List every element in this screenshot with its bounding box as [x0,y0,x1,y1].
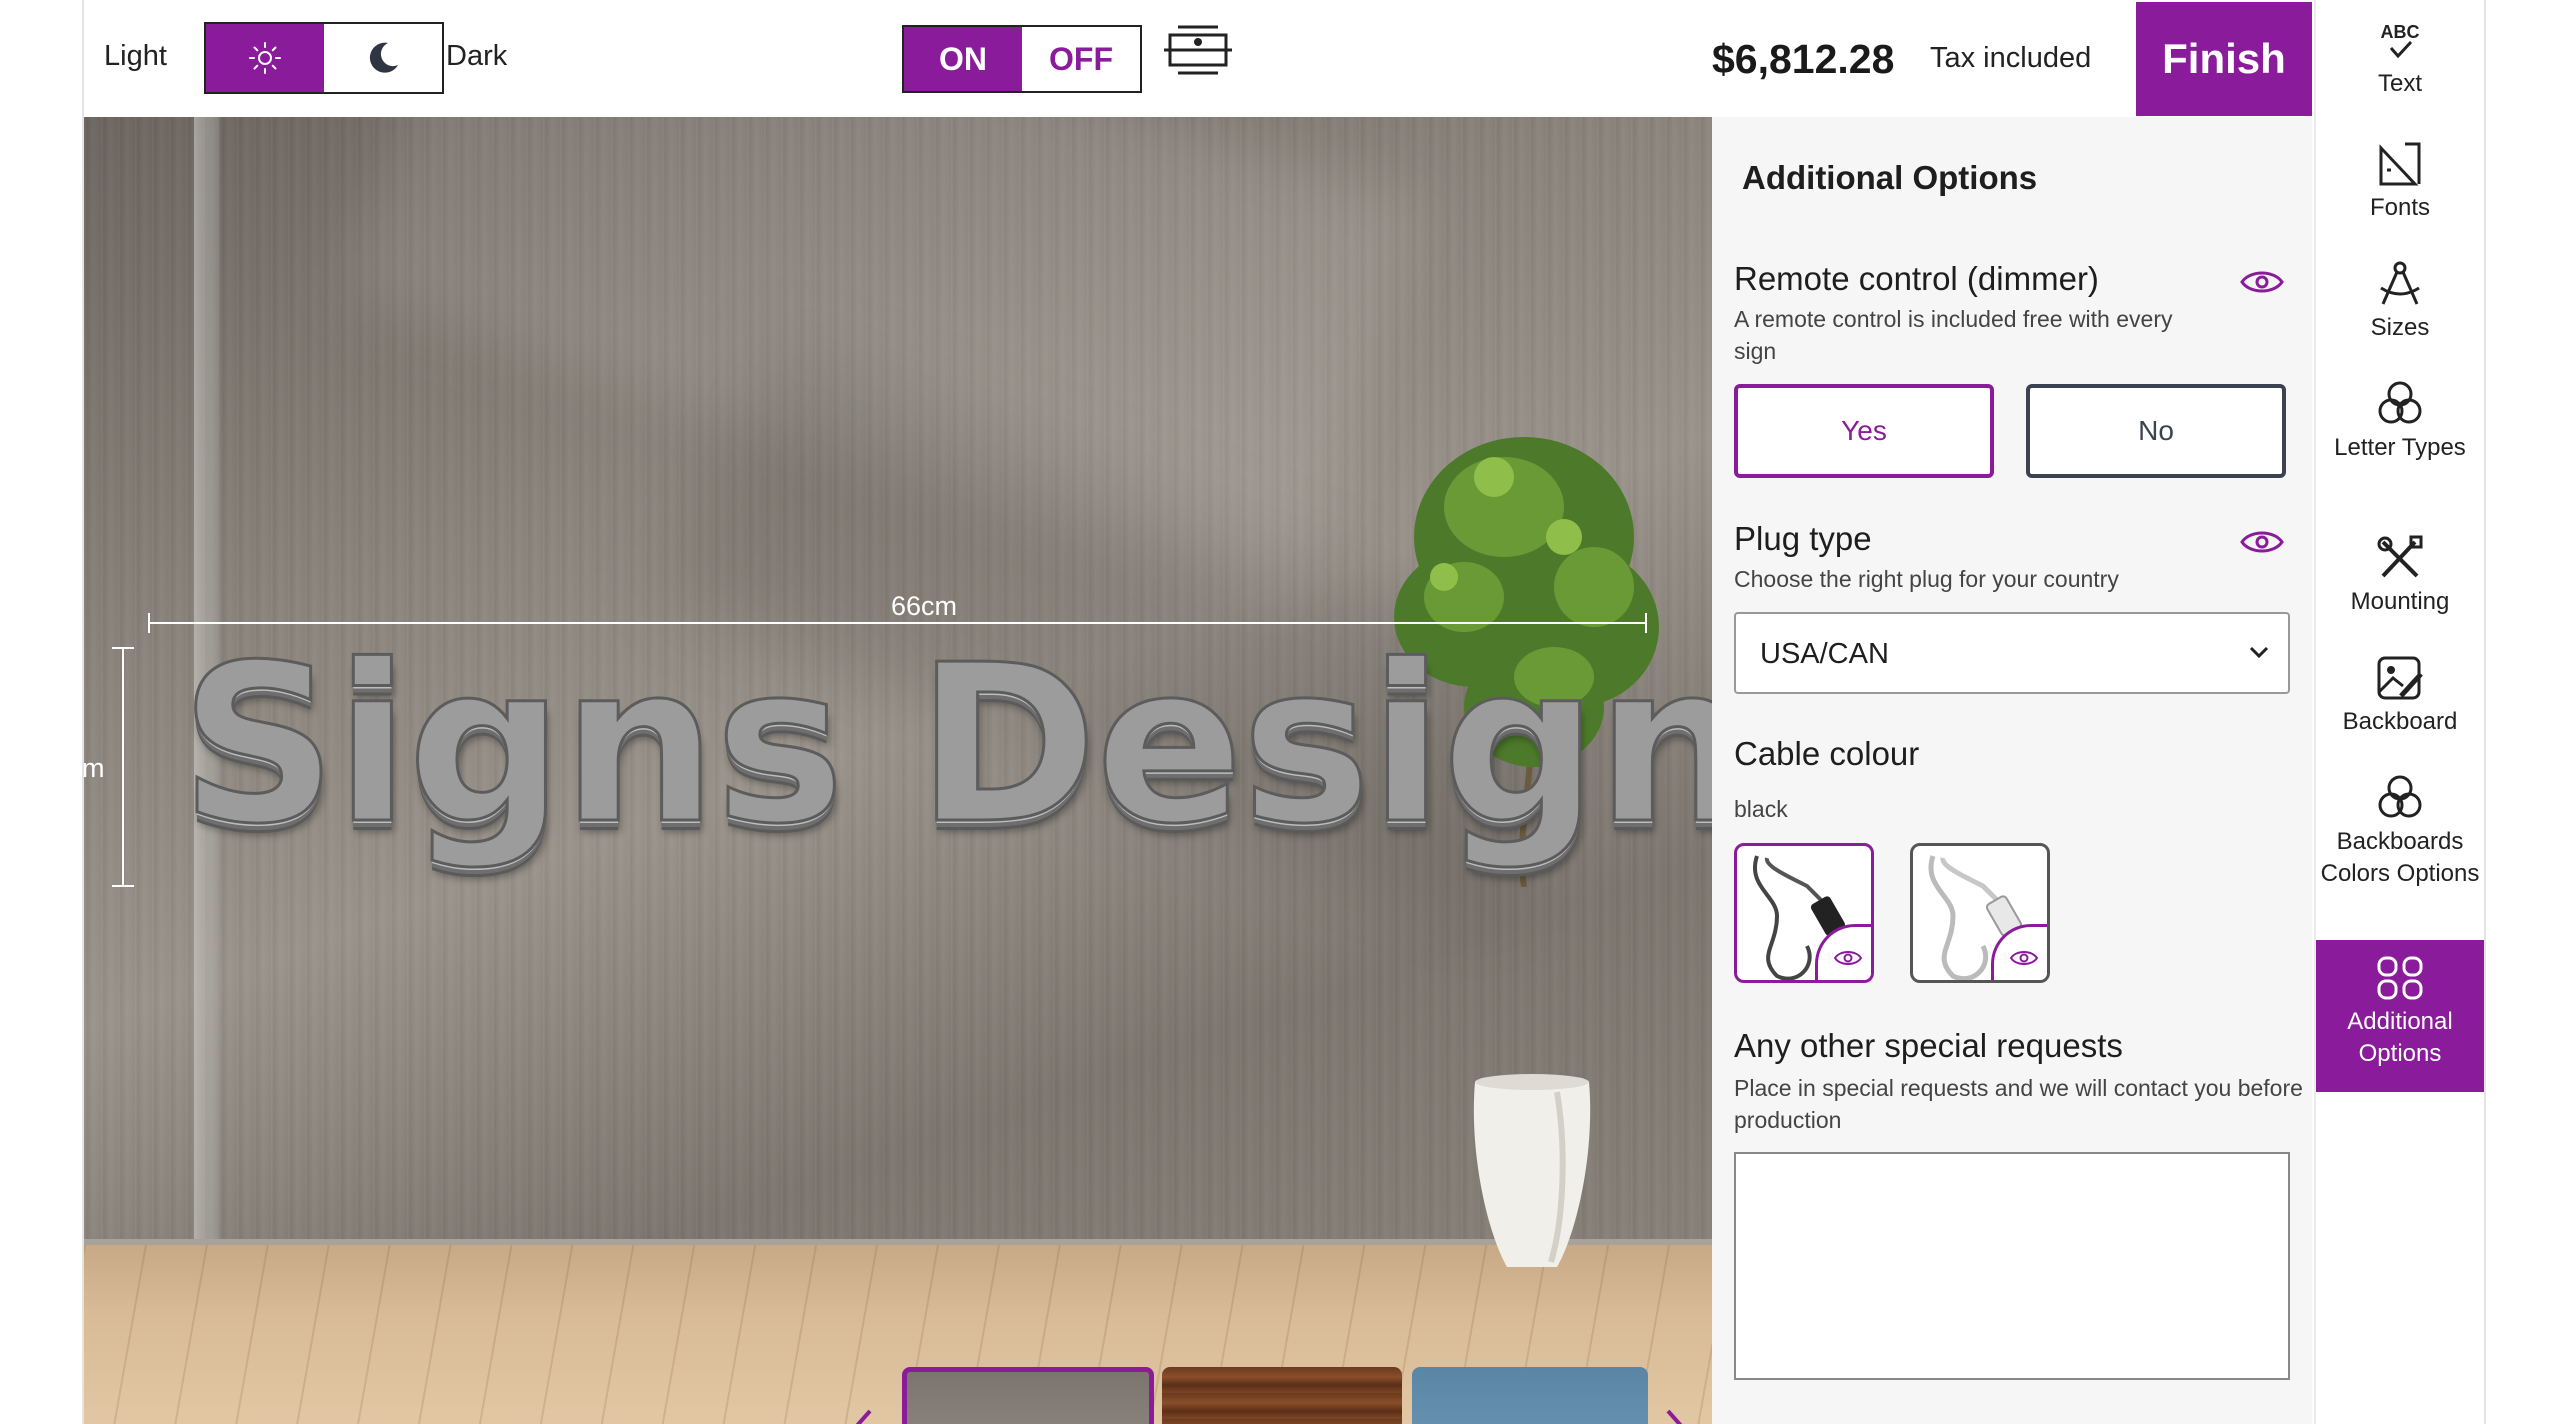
power-off-button[interactable]: OFF [1022,27,1140,91]
finish-button[interactable]: Finish [2136,2,2312,116]
sidebar-item-fonts[interactable]: Fonts [2316,140,2484,224]
plug-type-select[interactable]: USA/CAN [1734,612,2290,694]
chevron-right-icon[interactable] [1656,1399,1696,1424]
width-dimension-line [148,622,1646,624]
sidebar-item-backboards-colors[interactable]: Backboards Colors Options [2316,774,2484,890]
width-dimension-cap-left [148,613,150,633]
plug-type-value: USA/CAN [1760,638,1889,670]
top-bar: Light Dark ON OFF $6,812.28 Tax included… [84,0,2312,117]
circles-icon [2378,381,2422,424]
background-thumbnail-concrete[interactable] [902,1367,1154,1424]
cable-selected-label: black [1734,796,1788,822]
measure-icon[interactable] [1162,25,1234,77]
eye-icon [1833,951,1863,965]
sidebar-item-text[interactable]: ABC Text [2316,20,2484,100]
requests-description: Place in special requests and we will co… [1734,1075,2303,1133]
sign-preview[interactable]: Signs Designer 66cm m [84,117,1712,1424]
eye-icon [2009,951,2039,965]
moon-icon [369,42,398,73]
height-dimension-cap-top [112,647,134,649]
compass-icon [2380,261,2420,305]
sidebar: ABC Text Fonts Sizes Letter Types Mounti… [2314,0,2484,1424]
tools-icon [2377,535,2423,578]
plant-pot [1473,1074,1591,1267]
power-on-button[interactable]: ON [904,27,1022,91]
sun-icon [249,42,281,74]
theme-toggle[interactable] [204,22,444,94]
plug-description: Choose the right plug for your country [1734,566,2119,592]
cable-title: Cable colour [1734,735,1920,772]
cable-option-white[interactable] [1910,843,2050,983]
sidebar-item-label: Fonts [2369,194,2431,221]
height-dimension-line [122,647,124,887]
width-dimension-label: 66cm [890,591,958,621]
app-window: Light Dark ON OFF $6,812.28 Tax included… [82,0,2486,1424]
sign-text[interactable]: Signs Designer [179,635,1713,856]
remote-description: A remote control is included free with e… [1734,306,2173,364]
special-requests-textarea[interactable] [1734,1152,2290,1380]
eye-icon[interactable] [2240,267,2284,297]
sidebar-item-label: Letter Types [2334,434,2466,461]
height-dimension-label: m [84,753,105,783]
sidebar-item-label: Backboard [2342,708,2458,735]
remote-title: Remote control (dimmer) [1734,260,2099,297]
power-toggle[interactable]: ON OFF [902,25,1142,93]
requests-title: Any other special requests [1734,1027,2123,1064]
sidebar-item-label: Backboards Colors Options [2320,828,2480,887]
sidebar-item-label: Additional Options [2347,1008,2453,1067]
sidebar-item-label: Sizes [2370,314,2430,341]
svg-text:ABC: ABC [2381,22,2420,42]
chevron-down-icon [2249,646,2269,659]
remote-yes-button[interactable]: Yes [1734,384,1994,478]
light-mode-button[interactable] [206,24,324,92]
abc-check-icon: ABC [2381,22,2420,59]
options-panel: Additional Options Remote control (dimme… [1712,117,2312,1424]
sidebar-item-label: Text [2377,70,2422,97]
cable-option-black[interactable] [1734,843,1874,983]
background-thumbnail-blue-room[interactable] [1412,1367,1648,1424]
eye-icon[interactable] [2240,527,2284,557]
panel-title: Additional Options [1742,159,2038,196]
chevron-left-icon[interactable] [842,1399,882,1424]
dark-label: Dark [446,40,508,72]
image-edit-icon [2377,656,2423,700]
width-dimension-cap-right [1645,613,1647,633]
sidebar-item-backboard[interactable]: Backboard [2316,654,2484,738]
sidebar-item-additional-options[interactable]: Additional Options [2316,940,2484,1092]
grid-icon [2377,956,2423,1000]
circles-icon [2378,775,2422,818]
sidebar-item-label: Mounting [2350,588,2450,615]
plug-title: Plug type [1734,520,1872,557]
sidebar-item-mounting[interactable]: Mounting [2316,534,2484,618]
fonts-icon [2379,142,2421,186]
dark-mode-button[interactable] [324,24,442,92]
tax-note: Tax included [1930,42,2092,74]
background-thumbnail-wood[interactable] [1162,1367,1402,1424]
sidebar-item-sizes[interactable]: Sizes [2316,260,2484,344]
sidebar-item-letter-types[interactable]: Letter Types [2316,380,2484,464]
total-price: $6,812.28 [1712,36,1895,82]
light-label: Light [104,40,167,72]
height-dimension-cap-bottom [112,885,134,887]
remote-no-button[interactable]: No [2026,384,2286,478]
